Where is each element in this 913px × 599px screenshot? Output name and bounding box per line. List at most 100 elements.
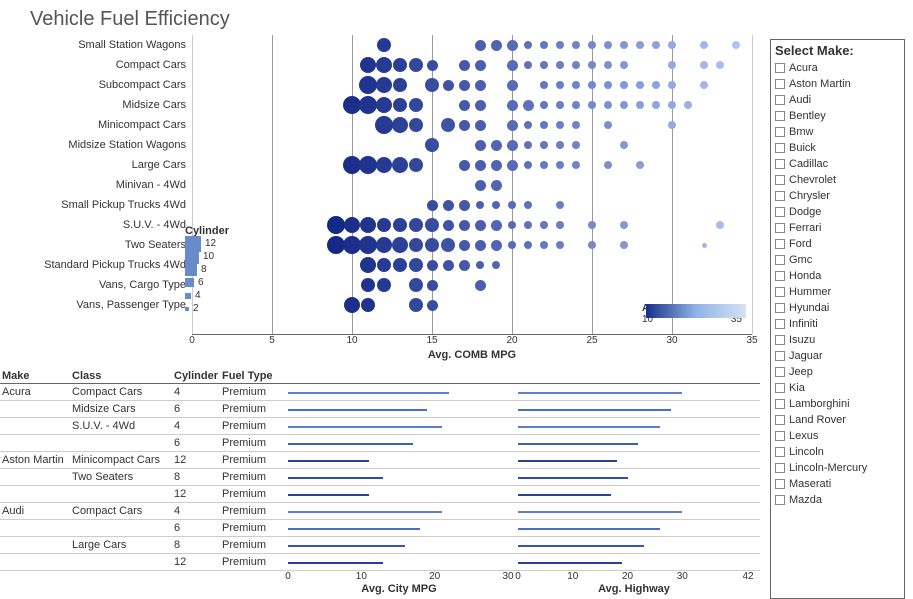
bubble-dot[interactable] xyxy=(588,101,596,109)
bubble-dot[interactable] xyxy=(427,280,438,291)
bubble-dot[interactable] xyxy=(392,157,408,173)
make-filter-jeep[interactable]: Jeep xyxy=(771,364,904,380)
bubble-dot[interactable] xyxy=(507,160,518,171)
bubble-dot[interactable] xyxy=(604,61,612,69)
bubble-dot[interactable] xyxy=(409,218,423,232)
bubble-dot[interactable] xyxy=(540,81,548,89)
city-bar[interactable] xyxy=(288,426,442,428)
bubble-dot[interactable] xyxy=(716,61,724,69)
bubble-dot[interactable] xyxy=(491,220,502,231)
bubble-dot[interactable] xyxy=(409,58,423,72)
bubble-dot[interactable] xyxy=(376,77,392,93)
bubble-dot[interactable] xyxy=(376,97,392,113)
bubble-dot[interactable] xyxy=(443,220,454,231)
hwy-bar[interactable] xyxy=(518,562,622,564)
bubble-dot[interactable] xyxy=(540,101,548,109)
bubble-dot[interactable] xyxy=(409,298,423,312)
bubble-dot[interactable] xyxy=(604,81,612,89)
bubble-dot[interactable] xyxy=(636,81,644,89)
bubble-dot[interactable] xyxy=(620,241,628,249)
make-filter-bentley[interactable]: Bentley xyxy=(771,108,904,124)
bubble-dot[interactable] xyxy=(508,241,516,249)
bubble-dot[interactable] xyxy=(459,80,470,91)
bubble-dot[interactable] xyxy=(652,41,660,49)
bubble-dot[interactable] xyxy=(459,60,470,71)
city-bar[interactable] xyxy=(288,545,405,547)
bubble-dot[interactable] xyxy=(556,121,564,129)
bubble-dot[interactable] xyxy=(668,101,676,109)
bubble-dot[interactable] xyxy=(361,298,375,312)
bubble-dot[interactable] xyxy=(556,161,564,169)
make-filter-lexus[interactable]: Lexus xyxy=(771,428,904,444)
bubble-dot[interactable] xyxy=(620,101,628,109)
bubble-dot[interactable] xyxy=(732,41,740,49)
make-filter-kia[interactable]: Kia xyxy=(771,380,904,396)
bubble-dot[interactable] xyxy=(556,201,564,209)
bubble-dot[interactable] xyxy=(443,80,454,91)
bubble-dot[interactable] xyxy=(344,297,360,313)
bubble-dot[interactable] xyxy=(604,41,612,49)
hwy-bar[interactable] xyxy=(518,528,660,530)
bubble-dot[interactable] xyxy=(716,221,724,229)
bubble-dot[interactable] xyxy=(491,140,502,151)
bubble-dot[interactable] xyxy=(620,141,628,149)
bubble-dot[interactable] xyxy=(540,221,548,229)
bubble-dot[interactable] xyxy=(507,80,518,91)
bubble-dot[interactable] xyxy=(572,61,580,69)
make-filter-honda[interactable]: Honda xyxy=(771,268,904,284)
hwy-bar[interactable] xyxy=(518,409,671,411)
bubble-dot[interactable] xyxy=(393,58,407,72)
bubble-dot[interactable] xyxy=(327,216,345,234)
bubble-dot[interactable] xyxy=(475,280,486,291)
bubble-dot[interactable] xyxy=(409,278,423,292)
bubble-dot[interactable] xyxy=(409,118,423,132)
bubble-dot[interactable] xyxy=(556,221,564,229)
bubble-dot[interactable] xyxy=(425,138,439,152)
bubble-dot[interactable] xyxy=(540,61,548,69)
bubble-dot[interactable] xyxy=(359,236,377,254)
make-filter-dodge[interactable]: Dodge xyxy=(771,204,904,220)
hwy-bar[interactable] xyxy=(518,426,660,428)
bubble-dot[interactable] xyxy=(684,101,692,109)
make-filter-lincoln[interactable]: Lincoln xyxy=(771,444,904,460)
bubble-dot[interactable] xyxy=(459,200,470,211)
bubble-dot[interactable] xyxy=(556,61,564,69)
hwy-bar[interactable] xyxy=(518,477,628,479)
bubble-dot[interactable] xyxy=(459,120,470,131)
bubble-dot[interactable] xyxy=(507,100,518,111)
bubble-dot[interactable] xyxy=(409,258,423,272)
hwy-bar[interactable] xyxy=(518,545,644,547)
bubble-dot[interactable] xyxy=(636,101,644,109)
make-filter-chevrolet[interactable]: Chevrolet xyxy=(771,172,904,188)
bubble-dot[interactable] xyxy=(588,41,596,49)
make-filter-land-rover[interactable]: Land Rover xyxy=(771,412,904,428)
bubble-dot[interactable] xyxy=(393,258,407,272)
bubble-dot[interactable] xyxy=(441,238,455,252)
bubble-dot[interactable] xyxy=(425,218,439,232)
bubble-dot[interactable] xyxy=(572,121,580,129)
city-bar[interactable] xyxy=(288,460,369,462)
bubble-dot[interactable] xyxy=(668,81,676,89)
make-filter-hummer[interactable]: Hummer xyxy=(771,284,904,300)
bubble-dot[interactable] xyxy=(491,180,502,191)
bubble-dot[interactable] xyxy=(344,217,360,233)
bubble-dot[interactable] xyxy=(377,218,391,232)
bubble-dot[interactable] xyxy=(524,241,532,249)
city-bar[interactable] xyxy=(288,443,413,445)
bubble-dot[interactable] xyxy=(491,240,502,251)
bubble-dot[interactable] xyxy=(409,238,423,252)
bubble-dot[interactable] xyxy=(376,237,392,253)
bubble-dot[interactable] xyxy=(392,237,408,253)
bubble-dot[interactable] xyxy=(427,200,438,211)
bubble-dot[interactable] xyxy=(572,81,580,89)
bubble-dot[interactable] xyxy=(376,57,392,73)
bubble-dot[interactable] xyxy=(425,238,439,252)
bubble-dot[interactable] xyxy=(652,81,660,89)
bubble-dot[interactable] xyxy=(508,201,516,209)
bubble-dot[interactable] xyxy=(359,156,377,174)
bubble-dot[interactable] xyxy=(556,241,564,249)
hwy-bar[interactable] xyxy=(518,511,682,513)
bubble-dot[interactable] xyxy=(441,118,455,132)
bubble-dot[interactable] xyxy=(556,101,564,109)
bubble-dot[interactable] xyxy=(572,101,580,109)
